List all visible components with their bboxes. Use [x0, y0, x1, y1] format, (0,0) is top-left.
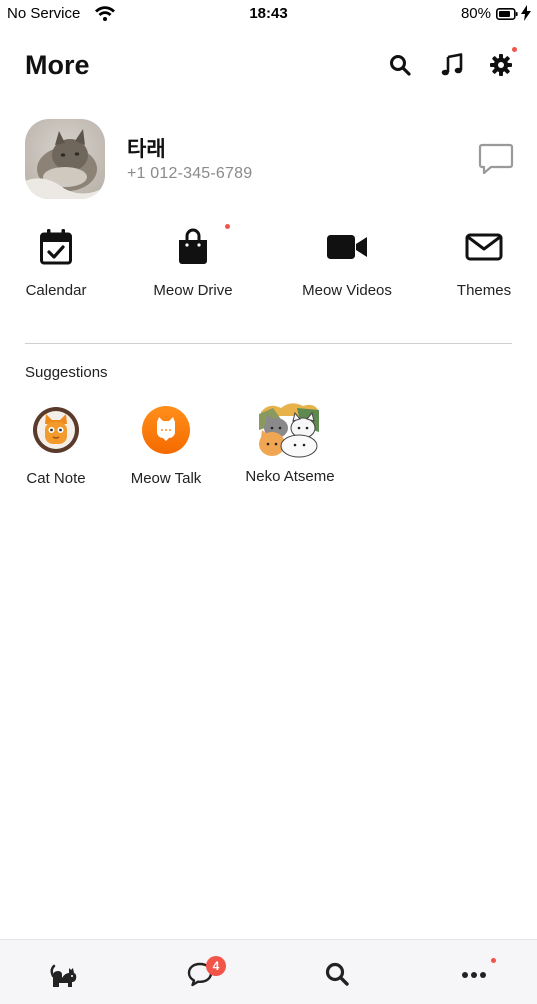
divider [25, 343, 512, 344]
charging-bolt-icon [521, 5, 531, 26]
more-notification-dot [491, 958, 496, 963]
meow-talk-app-icon [140, 404, 192, 456]
music-note-icon[interactable] [439, 52, 465, 78]
quick-label-meow-videos: Meow Videos [302, 282, 392, 299]
tab-home-cat-icon[interactable] [49, 959, 79, 989]
suggestion-meow-talk[interactable]: Meow Talk [124, 404, 208, 487]
suggestion-label-meow-talk: Meow Talk [130, 470, 202, 487]
tab-more-dots-icon[interactable] [459, 959, 489, 989]
tab-search-icon[interactable] [322, 959, 352, 989]
chat-bubble-icon[interactable] [478, 142, 514, 181]
chat-unread-badge: 4 [206, 956, 226, 976]
profile-name: 타래 [127, 138, 166, 161]
suggestion-cat-note[interactable]: Cat Note [20, 404, 92, 487]
settings-gear-icon[interactable] [488, 52, 514, 78]
suggestion-label-cat-note: Cat Note [26, 470, 86, 487]
quick-label-meow-drive: Meow Drive [153, 282, 233, 299]
shopping-bag-icon [146, 225, 240, 269]
settings-notification-dot [512, 47, 517, 52]
suggestion-label-neko-atseme: Neko Atseme [245, 468, 335, 485]
quick-item-calendar[interactable]: Calendar [20, 225, 92, 299]
search-icon[interactable] [387, 52, 413, 78]
battery-icon [496, 7, 518, 25]
status-bar: No Service 18:43 80% [0, 0, 537, 28]
envelope-icon [453, 225, 515, 269]
avatar[interactable] [25, 119, 105, 199]
quick-label-calendar: Calendar [25, 282, 87, 299]
cat-note-app-icon [30, 404, 82, 456]
quick-item-themes[interactable]: Themes [453, 225, 515, 299]
bottom-tab-bar: 4 [0, 939, 537, 1004]
profile-phone: +1 012-345-6789 [127, 165, 253, 182]
quick-item-meow-drive[interactable]: Meow Drive [146, 225, 240, 299]
clock: 18:43 [249, 5, 288, 22]
page-title: More [25, 50, 90, 80]
neko-atsume-app-icon [259, 400, 321, 458]
quick-label-themes: Themes [456, 282, 512, 299]
quick-item-meow-videos[interactable]: Meow Videos [296, 225, 398, 299]
calendar-check-icon [20, 225, 92, 269]
battery-percent: 80% [460, 5, 491, 22]
video-camera-icon [296, 225, 398, 269]
meow-drive-notification-dot [225, 224, 230, 229]
suggestion-neko-atseme[interactable]: Neko Atseme [238, 400, 342, 485]
suggestions-title: Suggestions [25, 364, 108, 381]
